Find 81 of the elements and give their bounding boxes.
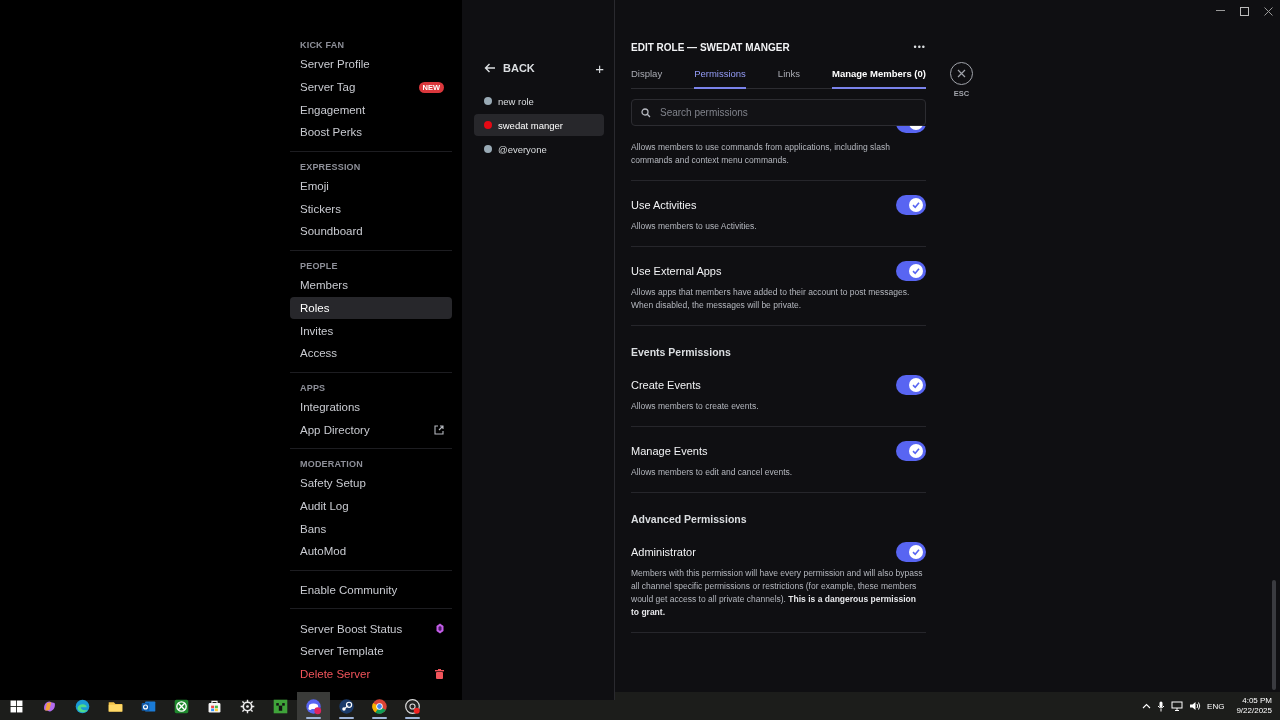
- scrollbar-thumb[interactable]: [1272, 580, 1276, 690]
- role-item[interactable]: @everyone: [474, 138, 604, 160]
- sidebar-item[interactable]: App Directory: [290, 418, 452, 441]
- sidebar-item[interactable]: Stickers: [290, 197, 452, 221]
- check-icon: [911, 380, 921, 390]
- sidebar-item[interactable]: Access: [290, 341, 452, 365]
- permission-description: Allows apps that members have added to their account to post messages. When disabled, the messages will be private.: [631, 286, 911, 312]
- permission-description: Allows members to create events.: [631, 400, 760, 413]
- section-header: PEOPLE: [299, 259, 339, 273]
- sidebar-item[interactable]: Audit Log: [290, 494, 452, 518]
- sidebar-item[interactable]: Soundboard: [290, 220, 452, 243]
- sidebar-item[interactable]: AutoMod: [290, 540, 452, 563]
- browser-icon: [74, 697, 91, 715]
- gear-icon: [239, 697, 256, 715]
- maximize-icon: [1239, 6, 1249, 16]
- permission-description: Members with this permission will have every permission and will also bypass all channel specific permissions or restrictions (for example, these members would get access to all private channels). This is a dangerous permission to grant.: [631, 567, 924, 619]
- search-field[interactable]: Search permissions: [631, 99, 926, 126]
- section-heading: Events Permissions: [631, 345, 732, 360]
- tab[interactable]: Manage Members (0): [832, 62, 926, 89]
- steam-icon: [338, 697, 355, 715]
- check-icon: [911, 266, 921, 276]
- sidebar-item[interactable]: Boost Perks: [290, 121, 452, 144]
- sidebar-item[interactable]: Server Profile: [290, 53, 452, 76]
- permission-description: Allows members to use commands from applications, including slash commands and context menu commands.: [631, 141, 891, 167]
- toggle-switch[interactable]: [896, 375, 926, 395]
- sidebar-item[interactable]: Members: [290, 273, 452, 297]
- tab[interactable]: Display: [631, 62, 663, 89]
- permission-name: Create Events: [631, 379, 701, 391]
- game-controller-icon: [305, 697, 322, 715]
- permission-description: Allows members to edit and cancel events.: [631, 466, 794, 479]
- sidebar-item[interactable]: Invites: [290, 319, 452, 342]
- sidebar-item[interactable]: Delete Server: [290, 662, 452, 686]
- network-icon[interactable]: [1171, 701, 1184, 711]
- sidebar-item[interactable]: Server Template: [290, 640, 452, 663]
- permission-name: Use External Apps: [631, 265, 722, 277]
- arrow-left-icon: [484, 63, 496, 73]
- add-role-button[interactable]: +: [595, 60, 604, 76]
- sidebar-item[interactable]: Emoji: [290, 174, 452, 198]
- sidebar-item[interactable]: Bans: [290, 517, 452, 540]
- sidebar-item[interactable]: Engagement: [290, 98, 452, 122]
- check-icon: [911, 200, 921, 210]
- section-header: KICK FAN: [299, 39, 346, 52]
- section-header: EXPRESSION: [299, 160, 362, 174]
- role-title: EDIT ROLE — SWEDAT MANGER: [631, 41, 790, 53]
- permission-description: Allows members to use Activities.: [631, 220, 758, 233]
- close-icon: [1263, 6, 1273, 16]
- tab[interactable]: Links: [777, 62, 801, 89]
- sidebar-item[interactable]: Server Boost Status: [290, 617, 452, 641]
- role-item[interactable]: new role: [474, 90, 604, 112]
- language-indicator[interactable]: ENG: [1207, 701, 1225, 711]
- sidebar-item[interactable]: Integrations: [290, 395, 452, 419]
- check-icon: [911, 446, 921, 456]
- microphone-icon[interactable]: [1157, 700, 1166, 712]
- clock[interactable]: 4:05 PM 9/22/2025: [1236, 696, 1272, 716]
- toggle-switch[interactable]: [896, 261, 926, 281]
- sidebar-item[interactable]: Enable Community: [290, 578, 452, 602]
- sidebar-item[interactable]: Safety Setup: [290, 471, 452, 495]
- external-link-icon: [434, 424, 444, 435]
- permission-name: Manage Events: [631, 445, 708, 457]
- section-header: MODERATION: [299, 457, 364, 471]
- minimize-icon: [1215, 10, 1225, 12]
- sidebar-item[interactable]: Roles: [290, 296, 452, 320]
- back-button[interactable]: BACK: [484, 62, 535, 74]
- permission-name: Use Activities: [631, 199, 697, 211]
- toggle-switch[interactable]: [896, 542, 926, 562]
- permission-name: Administrator: [631, 546, 696, 558]
- close-icon: [957, 69, 966, 78]
- section-heading: Advanced Permissions: [631, 512, 748, 527]
- toggle-switch[interactable]: [896, 195, 926, 215]
- role-item[interactable]: swedat manger: [474, 114, 604, 136]
- tab[interactable]: Permissions: [694, 62, 746, 89]
- taskbar-app[interactable]: [297, 692, 330, 720]
- more-button[interactable]: •••: [913, 42, 926, 52]
- trash-icon: [435, 669, 444, 680]
- browser-icon: [371, 697, 388, 715]
- toggle-switch[interactable]: [896, 441, 926, 461]
- gem-icon: [436, 623, 444, 635]
- speaker-icon[interactable]: [1189, 701, 1202, 711]
- section-header: APPS: [299, 381, 327, 395]
- check-icon: [911, 547, 921, 557]
- chevron-up-icon[interactable]: [1142, 703, 1152, 709]
